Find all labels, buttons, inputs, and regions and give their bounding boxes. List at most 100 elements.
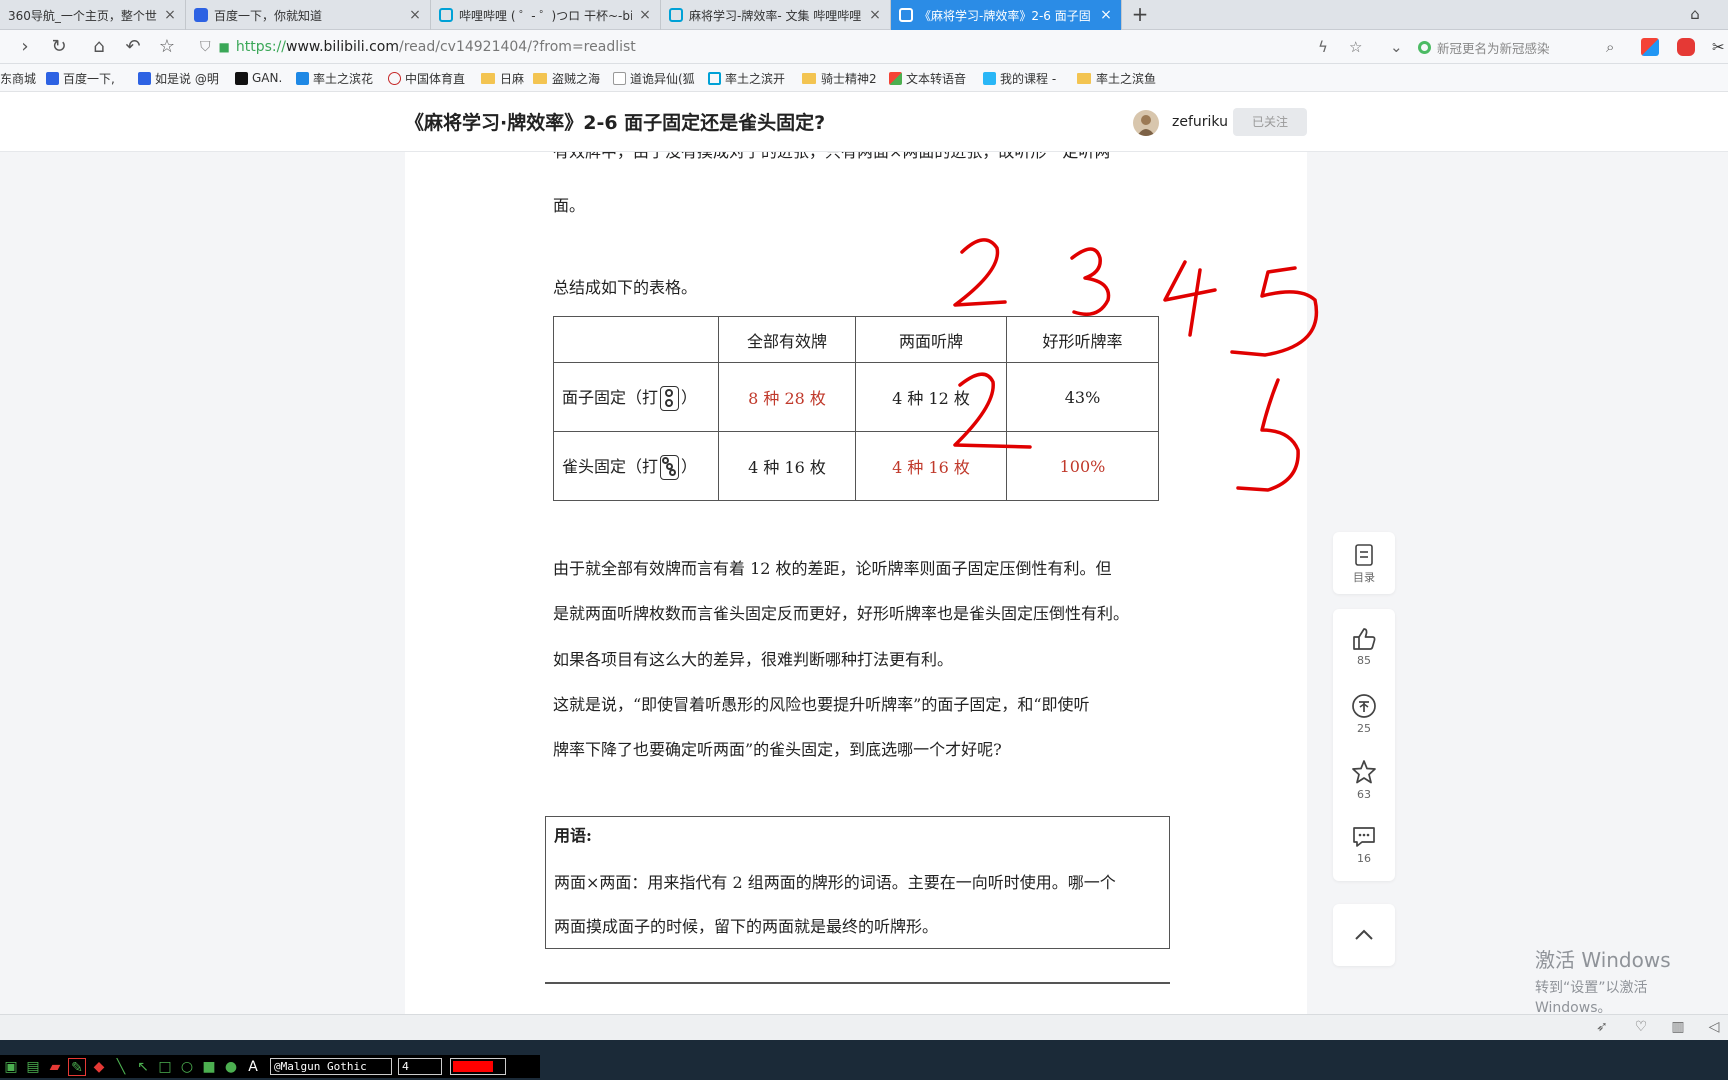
tab-360-nav[interactable]: 360导航_一个主页，整个世界 × bbox=[0, 0, 186, 30]
pen-toolbar: ▣ ▤ ▰ ✎ ◆ ╲ ↖ □ ○ ■ ● A @Malgun Gothic 4 bbox=[0, 1055, 540, 1078]
color-swatch bbox=[453, 1061, 493, 1072]
tab-bilibili-collection[interactable]: 麻将学习-牌效率- 文集 哔哩哔哩 × bbox=[661, 0, 891, 30]
rocket-icon[interactable]: ➶ bbox=[1593, 1019, 1611, 1037]
bookmark-item[interactable]: 我的课程 - bbox=[983, 69, 1056, 87]
toc-card[interactable]: 目录 bbox=[1333, 532, 1395, 594]
bilibili-tv-icon bbox=[669, 8, 683, 22]
tab-label: 哔哩哔哩 ( ゜- ゜)つロ 干杯~-bil bbox=[459, 8, 632, 23]
new-tab-button[interactable]: + bbox=[1128, 3, 1152, 27]
bilibili-tv-icon bbox=[899, 8, 913, 22]
coin-button[interactable]: 25 bbox=[1333, 693, 1395, 735]
save-icon[interactable]: ▣ bbox=[2, 1058, 20, 1076]
close-icon[interactable]: × bbox=[868, 7, 882, 23]
comment-bubble-icon bbox=[1353, 827, 1375, 847]
bookmark-folder[interactable]: 率土之滨鱼 bbox=[1077, 69, 1156, 87]
bookmark-folder[interactable]: 骑士精神2 bbox=[802, 69, 877, 87]
bookmark-item[interactable]: 百度一下, bbox=[46, 69, 115, 87]
rectangle-icon[interactable]: □ bbox=[156, 1058, 174, 1076]
like-count: 85 bbox=[1357, 654, 1371, 667]
chevron-down-icon[interactable]: ⌄ bbox=[1390, 38, 1403, 56]
font-select[interactable]: @Malgun Gothic bbox=[270, 1058, 392, 1075]
tab-bilibili-home[interactable]: 哔哩哔哩 ( ゜- ゜)つロ 干杯~-bil × bbox=[431, 0, 661, 30]
skin-shirt-icon[interactable]: ⌂ bbox=[1685, 5, 1705, 25]
bookmark-label: 骑士精神2 bbox=[821, 71, 877, 86]
tab-label: 麻将学习-牌效率- 文集 哔哩哔哩 bbox=[689, 8, 862, 23]
heartbeat-icon[interactable]: ♡ bbox=[1632, 1019, 1650, 1037]
scissors-icon[interactable]: ✂ bbox=[1712, 38, 1725, 56]
close-icon[interactable]: × bbox=[408, 7, 422, 23]
row-label-text: ） bbox=[681, 456, 698, 476]
follow-button[interactable]: 已关注 bbox=[1233, 108, 1307, 136]
line-icon[interactable]: ╲ bbox=[112, 1058, 130, 1076]
close-icon[interactable]: × bbox=[1099, 7, 1113, 23]
comment-button[interactable]: 16 bbox=[1333, 825, 1395, 865]
trash-icon[interactable]: ▥ bbox=[1669, 1019, 1687, 1037]
bookmarks-bar: 东商城 百度一下, 如是说 @明 GAN. 率土之滨花 中国体育直 日麻 盗贼之… bbox=[0, 64, 1728, 92]
bookmark-item[interactable]: 如是说 @明 bbox=[138, 69, 219, 87]
tab-baidu[interactable]: 百度一下，你就知道 × bbox=[186, 0, 431, 30]
article-sticky-header: 《麻将学习·牌效率》2-6 面子固定还是雀头固定? zefuriku 已关注 bbox=[0, 92, 1728, 152]
favorite-button[interactable]: 63 bbox=[1333, 759, 1395, 801]
undo-close-icon[interactable]: ↶ bbox=[122, 36, 144, 58]
table-header: 好形听牌率 bbox=[1006, 316, 1159, 363]
bookmark-folder[interactable]: 盗贼之海 bbox=[533, 69, 600, 87]
bookmark-label: 盗贼之海 bbox=[552, 71, 601, 86]
text-tool-icon[interactable]: A bbox=[244, 1058, 262, 1076]
toc-button[interactable]: 目录 bbox=[1333, 544, 1395, 585]
back-to-top-button[interactable] bbox=[1333, 904, 1395, 966]
glossary-line: 两面×两面：用来指代有 2 组两面的牌形的词语。主要在一向听时使用。哪一个 bbox=[554, 873, 1116, 892]
bookmark-star-icon[interactable]: ☆ bbox=[156, 36, 178, 58]
tab-label: 百度一下，你就知道 bbox=[214, 8, 323, 23]
lightning-icon[interactable]: ϟ bbox=[1318, 38, 1328, 56]
bookmark-folder[interactable]: 日麻 bbox=[481, 69, 524, 87]
color-select[interactable] bbox=[450, 1058, 506, 1075]
forward-icon[interactable]: › bbox=[14, 36, 36, 58]
windows-activation-watermark: 激活 Windows 转到“设置”以激活 Windows。 bbox=[1535, 944, 1728, 1014]
glossary-line: 两面摸成面子的时候，留下的两面就是最终的听牌形。 bbox=[554, 917, 939, 936]
bookmark-item[interactable]: 中国体育直 bbox=[388, 69, 465, 87]
filled-rectangle-icon[interactable]: ■ bbox=[200, 1058, 218, 1076]
search-icon[interactable]: ⌕ bbox=[1606, 38, 1614, 56]
tab-current-article[interactable]: 《麻将学习-牌效率》2-6 面子固 × bbox=[891, 0, 1122, 30]
bookmark-item[interactable]: 率土之滨开 bbox=[708, 69, 785, 87]
table-header-row: 全部有效牌 两面听牌 好形听牌率 bbox=[553, 316, 1159, 363]
address-bar: › ↻ ⌂ ↶ ☆ ⛉ ■ https://www.bilibili.com/r… bbox=[0, 30, 1728, 64]
filled-ellipse-icon[interactable]: ● bbox=[222, 1058, 240, 1076]
arrow-icon[interactable]: ↖ bbox=[134, 1058, 152, 1076]
refresh-icon[interactable]: ↻ bbox=[48, 36, 70, 58]
windows-logo-icon bbox=[889, 71, 902, 85]
page-viewport: 有效牌中，由于没有摸成对子的进张，只有两面×两面的进张，故听形一定听两 面。 总… bbox=[0, 92, 1728, 1014]
paragraph-line: 如果各项目有这么大的差异，很难判断哪种打法更有利。 bbox=[553, 649, 954, 669]
bookmark-item[interactable]: GAN. bbox=[235, 69, 282, 87]
apps-grid-icon[interactable] bbox=[1641, 38, 1659, 56]
bookmark-item[interactable]: 东商城 bbox=[0, 69, 36, 87]
search-input[interactable]: 新冠更名为新冠感染 bbox=[1418, 35, 1618, 59]
open-folder-icon[interactable]: ▤ bbox=[24, 1058, 42, 1076]
eraser-icon[interactable]: ▰ bbox=[46, 1058, 64, 1076]
bookmark-item[interactable]: 率土之滨花 bbox=[296, 69, 373, 87]
url-input[interactable]: ⛉ ■ https://www.bilibili.com/read/cv1492… bbox=[200, 34, 1380, 60]
watermark-line: 转到“设置”以激活 Windows。 bbox=[1535, 980, 1648, 1014]
table-cell: 100% bbox=[1006, 431, 1159, 501]
url-scheme: https:// bbox=[235, 39, 287, 55]
bookmark-item[interactable]: 文本转语音 bbox=[889, 69, 966, 87]
size-select[interactable]: 4 bbox=[398, 1058, 442, 1075]
pen-icon[interactable]: ✎ bbox=[68, 1057, 86, 1076]
avatar[interactable] bbox=[1133, 110, 1159, 136]
author-name[interactable]: zefuriku bbox=[1172, 114, 1228, 130]
close-icon[interactable]: × bbox=[638, 7, 652, 23]
speaker-icon[interactable]: ◁ bbox=[1705, 1019, 1723, 1037]
bookmark-label: 日麻 bbox=[500, 71, 525, 86]
ellipse-icon[interactable]: ○ bbox=[178, 1058, 196, 1076]
close-icon[interactable]: × bbox=[163, 7, 177, 23]
bookmark-label: 率土之滨鱼 bbox=[1096, 71, 1157, 86]
bookmark-item[interactable]: 道诡异仙(狐 bbox=[613, 69, 695, 87]
highlighter-icon[interactable]: ◆ bbox=[90, 1058, 108, 1076]
paragraph: 总结成如下的表格。 bbox=[553, 278, 698, 297]
watermark-line: 激活 Windows bbox=[1535, 948, 1671, 972]
like-button[interactable]: 85 bbox=[1333, 627, 1395, 667]
favorite-star-icon[interactable]: ☆ bbox=[1349, 38, 1362, 56]
gamepad-icon[interactable] bbox=[1677, 38, 1695, 56]
gan-logo-icon bbox=[235, 71, 248, 85]
home-icon[interactable]: ⌂ bbox=[88, 36, 110, 58]
